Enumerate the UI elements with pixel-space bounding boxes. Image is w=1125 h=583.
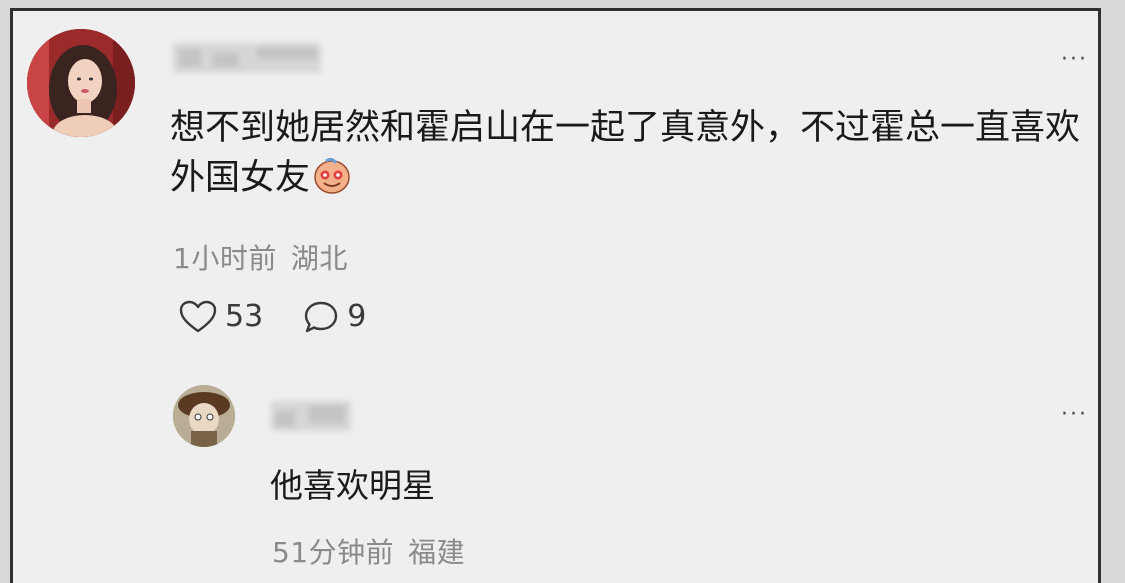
reply-time: 51分钟前: [272, 536, 395, 569]
grinning-face-emoji: [314, 157, 350, 194]
reply-more-dots-icon[interactable]: ···: [1061, 404, 1088, 426]
commenter-avatar[interactable]: [27, 29, 135, 137]
comment-meta: 1小时前 湖北: [173, 237, 348, 277]
replier-username[interactable]: [271, 401, 351, 431]
comment-body: 想不到她居然和霍启山在一起了真意外，不过霍总一直喜欢外国女友: [170, 108, 1081, 198]
comment-panel: ··· 想不到她居然和霍启山在一起了真意外，不过霍总一直喜欢外国女友 1小时前湖…: [10, 8, 1101, 583]
like-count: 53: [225, 299, 264, 334]
like-button[interactable]: 53: [179, 299, 263, 334]
commenter-username[interactable]: [173, 43, 321, 73]
speech-bubble-icon: [304, 301, 338, 332]
reply-button[interactable]: 9: [303, 299, 366, 334]
reply-count: 9: [347, 299, 367, 334]
more-dots-icon[interactable]: ···: [1061, 49, 1088, 71]
heart-icon: [179, 300, 217, 332]
comment-location: 湖北: [290, 242, 348, 275]
comment-text: 想不到她居然和霍启山在一起了真意外，不过霍总一直喜欢外国女友: [170, 103, 1098, 203]
reply-meta: 51分钟前 福建: [272, 531, 465, 571]
reply-location: 福建: [408, 536, 466, 569]
reply-text: 他喜欢明星: [270, 466, 435, 505]
comment-time: 1小时前: [173, 242, 277, 275]
comment-actions: 53 9: [179, 299, 406, 334]
replier-avatar[interactable]: [173, 385, 235, 447]
